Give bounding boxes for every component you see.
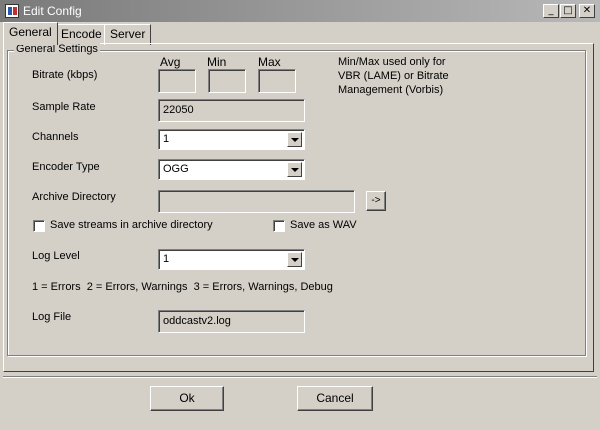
bitrate-label: Bitrate (kbps) [32, 69, 98, 81]
app-icon [5, 4, 19, 18]
bitrate-max-input[interactable] [258, 69, 296, 93]
divider [3, 376, 597, 378]
log-level-value: 1 [163, 253, 170, 265]
bitrate-max-label: Max [258, 55, 281, 69]
encoder-type-dropdown-icon[interactable] [287, 162, 302, 177]
save-streams-checkbox[interactable] [33, 220, 45, 232]
log-level-help: 1 = Errors 2 = Errors, Warnings 3 = Erro… [32, 281, 333, 293]
log-level-dropdown-icon[interactable] [287, 252, 302, 267]
bitrate-note: Min/Max used only for VBR (LAME) or Bitr… [338, 56, 449, 96]
log-level-select[interactable]: 1 [158, 249, 305, 270]
bitrate-avg-label: Avg [160, 55, 181, 69]
cancel-button[interactable]: Cancel [297, 386, 373, 411]
bitrate-min-input[interactable] [208, 69, 246, 93]
save-wav-checkbox[interactable] [273, 220, 285, 232]
channels-label: Channels [32, 131, 79, 143]
encoder-type-label: Encoder Type [32, 161, 100, 173]
maximize-button[interactable]: □ [560, 4, 576, 18]
bitrate-min-label: Min [207, 55, 227, 69]
log-level-label: Log Level [32, 250, 80, 262]
close-button[interactable]: ✕ [579, 4, 595, 18]
sample-rate-label: Sample Rate [32, 101, 96, 113]
channels-value: 1 [163, 133, 170, 145]
bitrate-avg-input[interactable] [158, 69, 196, 93]
channels-dropdown-icon[interactable] [287, 132, 302, 147]
window-title: Edit Config [23, 4, 82, 18]
encoder-type-value: OGG [163, 163, 189, 175]
log-file-input[interactable]: oddcastv2.log [158, 310, 305, 333]
archive-browse-button[interactable]: -> [366, 191, 386, 211]
minimize-button[interactable]: _ [543, 4, 559, 18]
archive-directory-label: Archive Directory [32, 191, 116, 203]
encoder-type-select[interactable]: OGG [158, 159, 305, 180]
title-bar[interactable] [0, 0, 600, 22]
archive-directory-input[interactable] [158, 190, 355, 213]
save-streams-label[interactable]: Save streams in archive directory [50, 219, 213, 231]
channels-select[interactable]: 1 [158, 129, 305, 150]
ok-button[interactable]: Ok [150, 386, 224, 411]
tab-general[interactable]: General [3, 22, 58, 45]
tab-encode[interactable]: Encode [55, 24, 108, 45]
tab-server[interactable]: Server [104, 24, 152, 45]
log-file-label: Log File [32, 311, 72, 323]
save-wav-label[interactable]: Save as WAV [290, 219, 357, 231]
sample-rate-input[interactable]: 22050 [158, 99, 305, 122]
